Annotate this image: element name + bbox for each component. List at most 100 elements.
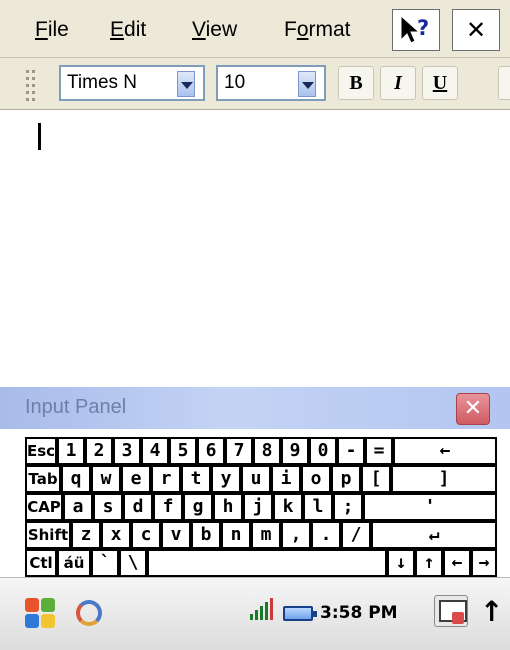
key-j[interactable]: j	[243, 493, 273, 521]
chevron-down-icon[interactable]	[177, 71, 195, 97]
keyboard-row-3: CAP a s d f g h j k l ; '	[25, 493, 497, 521]
signal-icon[interactable]	[250, 598, 280, 620]
key-apostrophe[interactable]: '	[363, 493, 497, 521]
key-right-bracket[interactable]: ]	[391, 465, 497, 493]
key-space[interactable]	[147, 549, 387, 577]
key-c[interactable]: c	[131, 521, 161, 549]
close-button[interactable]: ✕	[452, 9, 500, 51]
key-i[interactable]: i	[271, 465, 301, 493]
key-tab[interactable]: Tab	[25, 465, 61, 493]
menu-edit[interactable]: Edit	[110, 16, 146, 44]
svg-text:?: ?	[417, 16, 429, 40]
key-right-arrow[interactable]: →	[471, 549, 497, 577]
key-4[interactable]: 4	[141, 437, 169, 465]
close-icon: ✕	[465, 16, 487, 44]
key-y[interactable]: y	[211, 465, 241, 493]
menu-bar: File Edit View Format ? ✕	[0, 0, 510, 58]
key-3[interactable]: 3	[113, 437, 141, 465]
taskbar: 3:58 PM ↑	[0, 577, 510, 650]
input-panel-toggle-icon[interactable]	[434, 595, 468, 627]
key-u[interactable]: u	[241, 465, 271, 493]
key-caps[interactable]: CAP	[25, 493, 63, 521]
key-comma[interactable]: ,	[281, 521, 311, 549]
windows-start-icon[interactable]	[25, 598, 57, 630]
input-panel-titlebar: Input Panel	[0, 387, 510, 429]
menu-view[interactable]: View	[192, 16, 237, 44]
key-slash[interactable]: /	[341, 521, 371, 549]
font-size-select[interactable]: 10	[216, 65, 326, 101]
key-r[interactable]: r	[151, 465, 181, 493]
battery-icon[interactable]	[283, 606, 317, 621]
menu-file[interactable]: File	[35, 16, 69, 44]
key-x[interactable]: x	[101, 521, 131, 549]
close-icon: ✕	[463, 396, 483, 421]
key-h[interactable]: h	[213, 493, 243, 521]
key-w[interactable]: w	[91, 465, 121, 493]
key-7[interactable]: 7	[225, 437, 253, 465]
key-a[interactable]: a	[63, 493, 93, 521]
menu-file-label: ile	[47, 18, 69, 41]
document-editor[interactable]	[0, 111, 510, 387]
key-v[interactable]: v	[161, 521, 191, 549]
keyboard-row-1: Esc 1 2 3 4 5 6 7 8 9 0 - = ←	[25, 437, 497, 465]
key-9[interactable]: 9	[281, 437, 309, 465]
menu-view-label: iew	[205, 18, 238, 41]
key-backtick[interactable]: `	[91, 549, 119, 577]
key-equals[interactable]: =	[365, 437, 393, 465]
key-s[interactable]: s	[93, 493, 123, 521]
keyboard-row-2: Tab q w e r t y u i o p [ ]	[25, 465, 497, 493]
key-left-bracket[interactable]: [	[361, 465, 391, 493]
key-5[interactable]: 5	[169, 437, 197, 465]
keyboard-row-5: Ctl áü ` \ ↓ ↑ ← →	[25, 549, 497, 577]
key-b[interactable]: b	[191, 521, 221, 549]
key-z[interactable]: z	[71, 521, 101, 549]
key-p[interactable]: p	[331, 465, 361, 493]
key-t[interactable]: t	[181, 465, 211, 493]
menu-format[interactable]: Format	[284, 16, 351, 44]
key-g[interactable]: g	[183, 493, 213, 521]
underline-button[interactable]: U	[422, 66, 458, 100]
bold-button[interactable]: B	[338, 66, 374, 100]
key-1[interactable]: 1	[57, 437, 85, 465]
menu-edit-accel: E	[110, 18, 125, 41]
key-left-arrow[interactable]: ←	[443, 549, 471, 577]
key-l[interactable]: l	[303, 493, 333, 521]
help-icon: ?	[400, 14, 429, 44]
input-panel-close-button[interactable]: ✕	[456, 393, 490, 425]
key-e[interactable]: e	[121, 465, 151, 493]
key-k[interactable]: k	[273, 493, 303, 521]
key-8[interactable]: 8	[253, 437, 281, 465]
key-esc[interactable]: Esc	[25, 437, 57, 465]
help-button[interactable]: ?	[392, 9, 440, 51]
font-name-select[interactable]: Times N	[59, 65, 205, 101]
key-minus[interactable]: -	[337, 437, 365, 465]
key-semicolon[interactable]: ;	[333, 493, 363, 521]
key-enter[interactable]: ↵	[371, 521, 497, 549]
key-backslash[interactable]: \	[119, 549, 147, 577]
sync-icon[interactable]	[76, 600, 102, 626]
toolbar-grip[interactable]	[26, 68, 38, 104]
key-international[interactable]: áü	[57, 549, 91, 577]
toolbar-overflow-button[interactable]	[498, 66, 510, 100]
key-ctl[interactable]: Ctl	[25, 549, 57, 577]
key-m[interactable]: m	[251, 521, 281, 549]
italic-button[interactable]: I	[380, 66, 416, 100]
key-d[interactable]: d	[123, 493, 153, 521]
font-name-value: Times N	[67, 72, 138, 93]
key-0[interactable]: 0	[309, 437, 337, 465]
key-backspace[interactable]: ←	[393, 437, 497, 465]
key-q[interactable]: q	[61, 465, 91, 493]
key-2[interactable]: 2	[85, 437, 113, 465]
key-f[interactable]: f	[153, 493, 183, 521]
chevron-down-icon[interactable]	[298, 71, 316, 97]
key-6[interactable]: 6	[197, 437, 225, 465]
key-n[interactable]: n	[221, 521, 251, 549]
clock[interactable]: 3:58 PM	[320, 600, 398, 626]
key-down-arrow[interactable]: ↓	[387, 549, 415, 577]
input-method-arrow-button[interactable]: ↑	[480, 594, 503, 630]
key-up-arrow[interactable]: ↑	[415, 549, 443, 577]
key-period[interactable]: .	[311, 521, 341, 549]
keyboard-row-4: Shift z x c v b n m , . / ↵	[25, 521, 497, 549]
key-shift[interactable]: Shift	[25, 521, 71, 549]
key-o[interactable]: o	[301, 465, 331, 493]
